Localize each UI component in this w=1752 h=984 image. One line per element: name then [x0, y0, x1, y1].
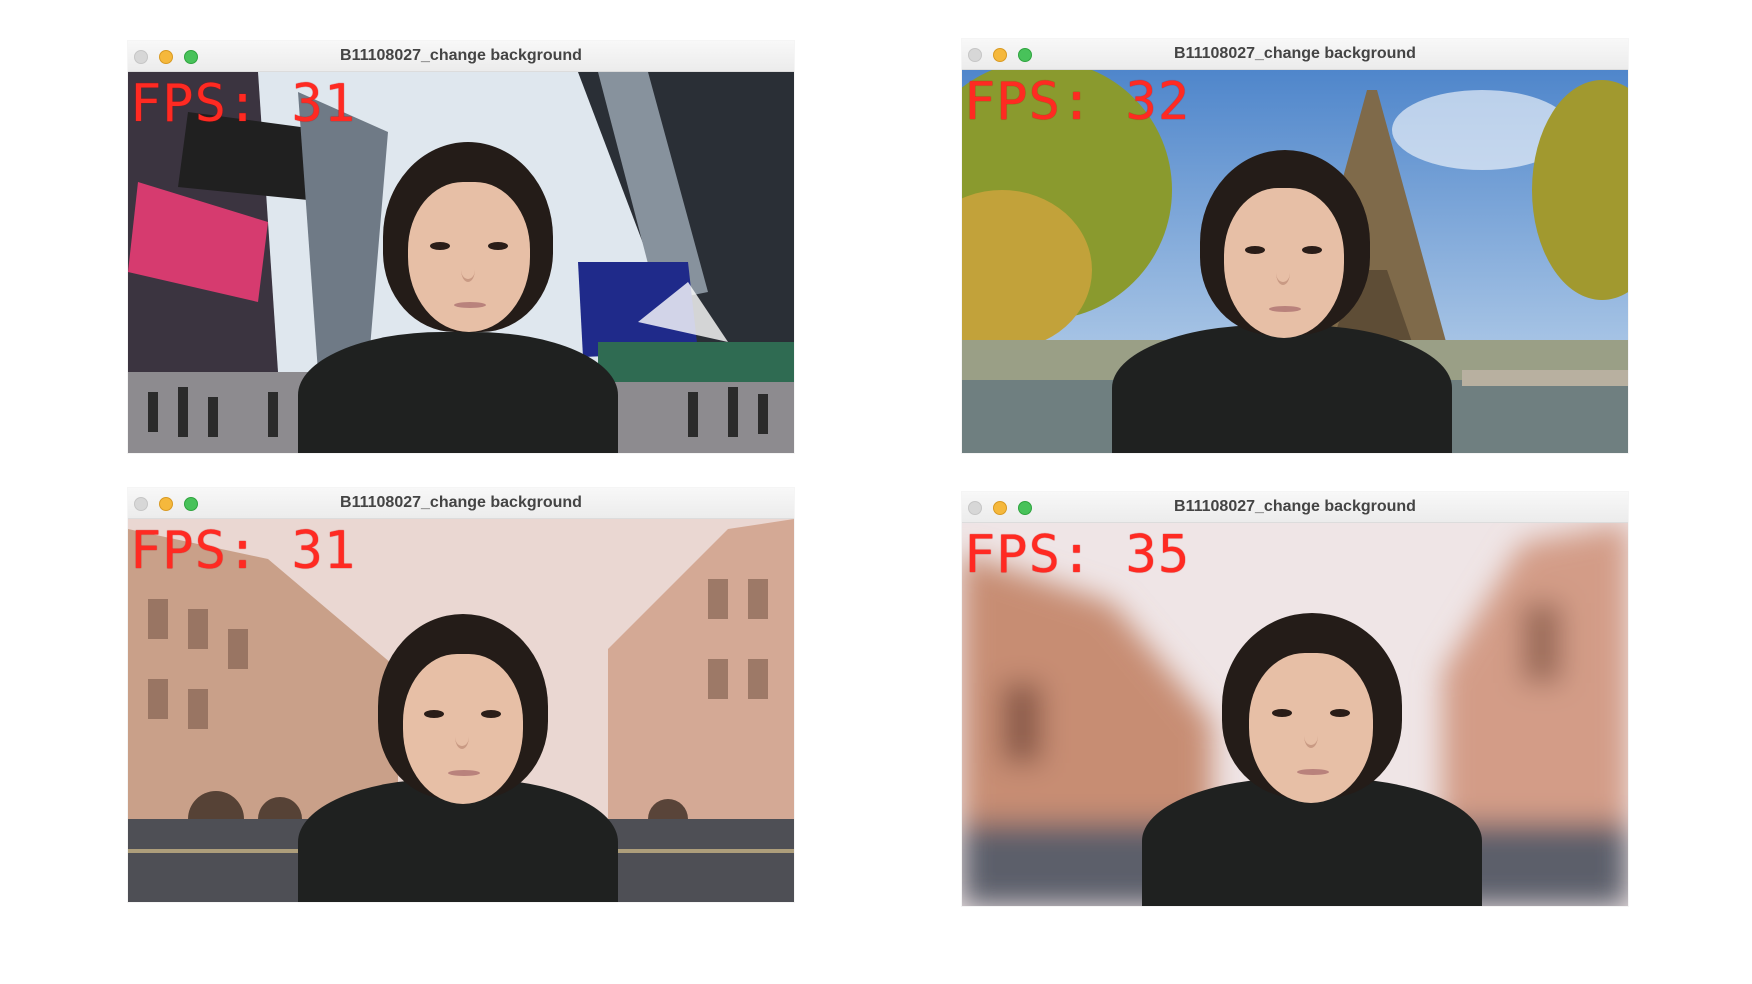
title-bar[interactable]: B11108027_change background — [128, 41, 794, 72]
camera-window-4: B11108027_change background FPS: 35 — [962, 492, 1628, 906]
window-title: B11108027_change background — [340, 494, 582, 511]
fps-counter: FPS: 31 — [130, 74, 357, 134]
person-silhouette — [1062, 150, 1502, 453]
window-title: B11108027_change background — [340, 47, 582, 64]
person-silhouette — [258, 614, 658, 902]
camera-window-1: B11108027_change background FPS: 31 — [128, 41, 794, 453]
title-bar[interactable]: B11108027_change background — [962, 492, 1628, 523]
video-frame: FPS: 35 — [962, 523, 1628, 906]
window-title: B11108027_change background — [1174, 45, 1416, 62]
video-frame: FPS: 31 — [128, 519, 794, 902]
camera-window-3: B11108027_change background FPS: 31 — [128, 488, 794, 902]
window-title: B11108027_change background — [1174, 498, 1416, 515]
person-silhouette — [1102, 613, 1522, 906]
fps-counter: FPS: 31 — [130, 521, 357, 581]
title-bar[interactable]: B11108027_change background — [962, 39, 1628, 70]
video-frame: FPS: 31 — [128, 72, 794, 453]
fps-counter: FPS: 32 — [964, 72, 1191, 132]
video-frame: FPS: 32 — [962, 70, 1628, 453]
title-bar[interactable]: B11108027_change background — [128, 488, 794, 519]
fps-counter: FPS: 35 — [964, 525, 1191, 585]
camera-window-2: B11108027_change background FPS: 32 — [962, 39, 1628, 453]
person-silhouette — [258, 142, 658, 453]
